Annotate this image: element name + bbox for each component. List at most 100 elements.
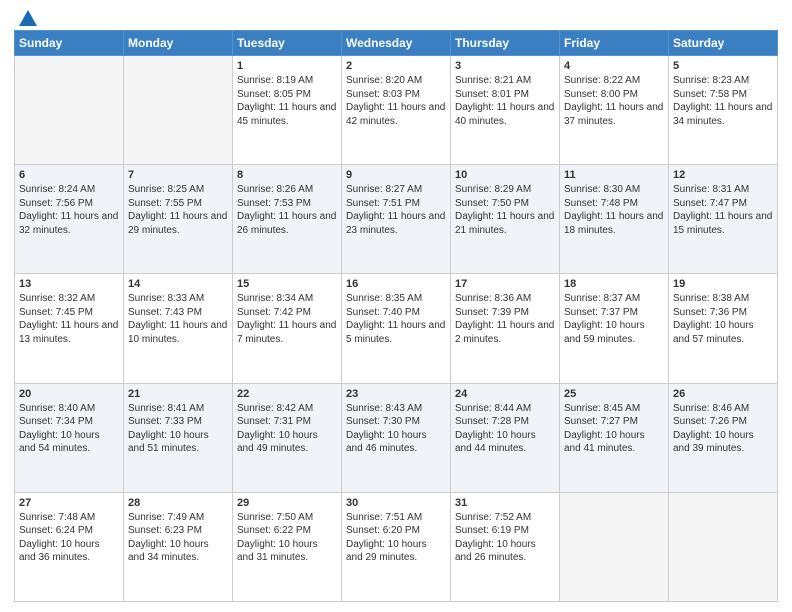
calendar-cell: 21 Sunrise: 8:41 AM Sunset: 7:33 PM Dayli…	[124, 383, 233, 492]
day-info: Sunrise: 8:25 AM Sunset: 7:55 PM Dayligh…	[128, 183, 228, 237]
day-info: Sunrise: 7:52 AM Sunset: 6:19 PM Dayligh…	[455, 511, 555, 565]
calendar-header-tuesday: Tuesday	[233, 31, 342, 56]
day-info: Sunrise: 8:27 AM Sunset: 7:51 PM Dayligh…	[346, 183, 446, 237]
calendar-cell: 25 Sunrise: 8:45 AM Sunset: 7:27 PM Dayli…	[560, 383, 669, 492]
calendar-header-wednesday: Wednesday	[342, 31, 451, 56]
day-number: 26	[673, 388, 773, 400]
day-info: Sunrise: 8:42 AM Sunset: 7:31 PM Dayligh…	[237, 402, 337, 456]
day-info: Sunrise: 8:41 AM Sunset: 7:33 PM Dayligh…	[128, 402, 228, 456]
day-number: 14	[128, 278, 228, 290]
day-info: Sunrise: 8:30 AM Sunset: 7:48 PM Dayligh…	[564, 183, 664, 237]
calendar-cell: 30Sunrise: 7:51 AM Sunset: 6:20 PM Dayli…	[342, 492, 451, 601]
header	[14, 10, 778, 24]
logo-triangle-icon	[19, 10, 37, 26]
day-info: Sunrise: 8:46 AM Sunset: 7:26 PM Dayligh…	[673, 402, 773, 456]
day-info: Sunrise: 8:24 AM Sunset: 7:56 PM Dayligh…	[19, 183, 119, 237]
day-number: 22	[237, 388, 337, 400]
day-info: Sunrise: 8:26 AM Sunset: 7:53 PM Dayligh…	[237, 183, 337, 237]
day-info: Sunrise: 8:22 AM Sunset: 8:00 PM Dayligh…	[564, 74, 664, 128]
day-info: Sunrise: 8:43 AM Sunset: 7:30 PM Dayligh…	[346, 402, 446, 456]
day-number: 25	[564, 388, 664, 400]
calendar-cell	[669, 492, 778, 601]
calendar-cell: 31 Sunrise: 7:52 AM Sunset: 6:19 PM Dayli…	[451, 492, 560, 601]
day-number: 3	[455, 60, 555, 72]
calendar-cell: 29 Sunrise: 7:50 AM Sunset: 6:22 PM Dayli…	[233, 492, 342, 601]
calendar-cell: 10Sunrise: 8:29 AM Sunset: 7:50 PM Dayli…	[451, 165, 560, 274]
calendar-week-row: 6 Sunrise: 8:24 AM Sunset: 7:56 PM Daylig…	[15, 165, 778, 274]
day-number: 21	[128, 388, 228, 400]
calendar-cell: 8 Sunrise: 8:26 AM Sunset: 7:53 PM Daylig…	[233, 165, 342, 274]
calendar-cell: 9 Sunrise: 8:27 AM Sunset: 7:51 PM Daylig…	[342, 165, 451, 274]
calendar-week-row: 20 Sunrise: 8:40 AM Sunset: 7:34 PM Dayli…	[15, 383, 778, 492]
day-number: 11	[564, 169, 664, 181]
day-number: 20	[19, 388, 119, 400]
calendar-cell: 19 Sunrise: 8:38 AM Sunset: 7:36 PM Dayli…	[669, 274, 778, 383]
day-number: 13	[19, 278, 119, 290]
day-number: 2	[346, 60, 446, 72]
calendar-table: SundayMondayTuesdayWednesdayThursdayFrid…	[14, 30, 778, 602]
calendar-cell: 14 Sunrise: 8:33 AM Sunset: 7:43 PM Dayli…	[124, 274, 233, 383]
day-info: Sunrise: 8:20 AM Sunset: 8:03 PM Dayligh…	[346, 74, 446, 128]
day-number: 29	[237, 497, 337, 509]
day-number: 9	[346, 169, 446, 181]
day-info: Sunrise: 8:38 AM Sunset: 7:36 PM Dayligh…	[673, 292, 773, 346]
day-number: 23	[346, 388, 446, 400]
day-info: Sunrise: 8:35 AM Sunset: 7:40 PM Dayligh…	[346, 292, 446, 346]
day-number: 27	[19, 497, 119, 509]
calendar-header-monday: Monday	[124, 31, 233, 56]
day-info: Sunrise: 8:36 AM Sunset: 7:39 PM Dayligh…	[455, 292, 555, 346]
day-info: Sunrise: 8:32 AM Sunset: 7:45 PM Dayligh…	[19, 292, 119, 346]
calendar-cell: 26 Sunrise: 8:46 AM Sunset: 7:26 PM Dayli…	[669, 383, 778, 492]
day-info: Sunrise: 8:19 AM Sunset: 8:05 PM Dayligh…	[237, 74, 337, 128]
day-number: 4	[564, 60, 664, 72]
day-number: 12	[673, 169, 773, 181]
day-info: Sunrise: 8:31 AM Sunset: 7:47 PM Dayligh…	[673, 183, 773, 237]
calendar-cell: 5 Sunrise: 8:23 AM Sunset: 7:58 PM Daylig…	[669, 56, 778, 165]
day-info: Sunrise: 8:23 AM Sunset: 7:58 PM Dayligh…	[673, 74, 773, 128]
day-info: Sunrise: 7:50 AM Sunset: 6:22 PM Dayligh…	[237, 511, 337, 565]
calendar-cell: 3Sunrise: 8:21 AM Sunset: 8:01 PM Daylig…	[451, 56, 560, 165]
calendar-cell: 15 Sunrise: 8:34 AM Sunset: 7:42 PM Dayli…	[233, 274, 342, 383]
day-number: 7	[128, 169, 228, 181]
day-info: Sunrise: 7:49 AM Sunset: 6:23 PM Dayligh…	[128, 511, 228, 565]
calendar-cell: 24Sunrise: 8:44 AM Sunset: 7:28 PM Dayli…	[451, 383, 560, 492]
day-info: Sunrise: 8:45 AM Sunset: 7:27 PM Dayligh…	[564, 402, 664, 456]
day-number: 19	[673, 278, 773, 290]
day-number: 8	[237, 169, 337, 181]
calendar-cell	[15, 56, 124, 165]
calendar-cell: 23 Sunrise: 8:43 AM Sunset: 7:30 PM Dayli…	[342, 383, 451, 492]
calendar-week-row: 13 Sunrise: 8:32 AM Sunset: 7:45 PM Dayli…	[15, 274, 778, 383]
day-number: 15	[237, 278, 337, 290]
page: SundayMondayTuesdayWednesdayThursdayFrid…	[0, 0, 792, 612]
calendar-header-saturday: Saturday	[669, 31, 778, 56]
calendar-header-thursday: Thursday	[451, 31, 560, 56]
day-info: Sunrise: 8:44 AM Sunset: 7:28 PM Dayligh…	[455, 402, 555, 456]
calendar-cell: 18Sunrise: 8:37 AM Sunset: 7:37 PM Dayli…	[560, 274, 669, 383]
calendar-cell	[124, 56, 233, 165]
calendar-cell: 11 Sunrise: 8:30 AM Sunset: 7:48 PM Dayli…	[560, 165, 669, 274]
day-number: 17	[455, 278, 555, 290]
calendar-cell	[560, 492, 669, 601]
day-info: Sunrise: 8:33 AM Sunset: 7:43 PM Dayligh…	[128, 292, 228, 346]
day-number: 6	[19, 169, 119, 181]
day-info: Sunrise: 8:40 AM Sunset: 7:34 PM Dayligh…	[19, 402, 119, 456]
calendar-cell: 22 Sunrise: 8:42 AM Sunset: 7:31 PM Dayli…	[233, 383, 342, 492]
day-number: 10	[455, 169, 555, 181]
calendar-cell: 16Sunrise: 8:35 AM Sunset: 7:40 PM Dayli…	[342, 274, 451, 383]
day-number: 28	[128, 497, 228, 509]
calendar-cell: 27Sunrise: 7:48 AM Sunset: 6:24 PM Dayli…	[15, 492, 124, 601]
day-info: Sunrise: 8:37 AM Sunset: 7:37 PM Dayligh…	[564, 292, 664, 346]
day-info: Sunrise: 7:51 AM Sunset: 6:20 PM Dayligh…	[346, 511, 446, 565]
logo	[14, 10, 37, 24]
day-number: 31	[455, 497, 555, 509]
calendar-header-sunday: Sunday	[15, 31, 124, 56]
calendar-cell: 28 Sunrise: 7:49 AM Sunset: 6:23 PM Dayli…	[124, 492, 233, 601]
calendar-cell: 13 Sunrise: 8:32 AM Sunset: 7:45 PM Dayli…	[15, 274, 124, 383]
calendar-cell: 17 Sunrise: 8:36 AM Sunset: 7:39 PM Dayli…	[451, 274, 560, 383]
day-info: Sunrise: 8:34 AM Sunset: 7:42 PM Dayligh…	[237, 292, 337, 346]
day-number: 5	[673, 60, 773, 72]
calendar-header-friday: Friday	[560, 31, 669, 56]
calendar-cell: 6 Sunrise: 8:24 AM Sunset: 7:56 PM Daylig…	[15, 165, 124, 274]
calendar-cell: 12 Sunrise: 8:31 AM Sunset: 7:47 PM Dayli…	[669, 165, 778, 274]
calendar-cell: 7 Sunrise: 8:25 AM Sunset: 7:55 PM Daylig…	[124, 165, 233, 274]
